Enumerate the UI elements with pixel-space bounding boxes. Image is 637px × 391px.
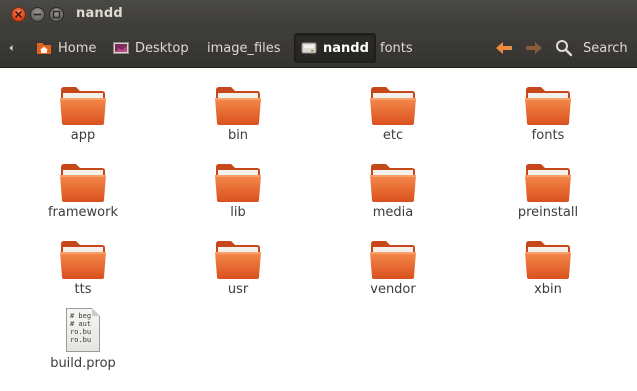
minimize-icon — [33, 13, 42, 16]
file-name-label: etc — [382, 128, 404, 143]
file-preview-text: # beg # aut ro.bu ro.bu — [70, 312, 91, 344]
search-icon[interactable] — [555, 39, 573, 57]
file-name-label: xbin — [534, 282, 562, 297]
file-name-label: framework — [47, 205, 118, 220]
forward-arrow-icon[interactable] — [524, 39, 544, 57]
close-icon — [15, 11, 22, 18]
folder-icon — [215, 164, 261, 202]
breadcrumb-home[interactable]: Home — [36, 33, 96, 63]
breadcrumb-label: nandd — [323, 40, 369, 56]
breadcrumb-label: image_files — [207, 40, 281, 56]
folder-icon — [525, 87, 571, 125]
file-preview-line: # aut — [70, 320, 92, 328]
breadcrumb-label: Desktop — [135, 40, 189, 56]
folder-item[interactable]: vendor — [338, 238, 448, 297]
folder-icon — [60, 241, 106, 279]
search-button-label[interactable]: Search — [583, 41, 628, 56]
breadcrumb-desktop[interactable]: Desktop — [113, 33, 189, 63]
file-name-label: preinstall — [517, 205, 579, 220]
home-folder-icon — [37, 43, 51, 54]
file-icon-view[interactable]: app bin etc fonts framework lib media preinstal… — [0, 68, 637, 391]
folder-item[interactable]: preinstall — [493, 161, 603, 220]
breadcrumb-label: fonts — [380, 40, 413, 56]
file-name-label: tts — [74, 282, 92, 297]
file-preview-line: ro.bu — [70, 336, 92, 344]
maximize-icon — [52, 10, 61, 19]
file-name-label: app — [70, 128, 96, 143]
folder-item[interactable]: fonts — [493, 84, 603, 143]
file-name-label: build.prop — [50, 356, 116, 371]
folder-icon — [525, 164, 571, 202]
folder-item[interactable]: bin — [183, 84, 293, 143]
breadcrumb-fonts[interactable]: fonts — [380, 33, 413, 63]
folder-icon — [370, 164, 416, 202]
file-manager-window: nandd Home Desktop image_files nandd fon… — [0, 0, 637, 391]
file-item[interactable]: # beg # aut ro.bu ro.bu build.prop — [28, 308, 138, 371]
folder-icon — [370, 87, 416, 125]
folder-item[interactable]: app — [28, 84, 138, 143]
folder-icon — [60, 87, 106, 125]
breadcrumb-label: Home — [58, 40, 97, 56]
back-arrow-icon[interactable] — [494, 39, 514, 57]
breadcrumb-scroll-left-icon[interactable] — [6, 41, 16, 55]
file-name-label: media — [372, 205, 414, 220]
maximize-button[interactable] — [49, 7, 64, 22]
folder-icon — [370, 241, 416, 279]
file-name-label: vendor — [370, 282, 416, 297]
folder-item[interactable]: xbin — [493, 238, 603, 297]
breadcrumb-image-files[interactable]: image_files — [207, 33, 281, 63]
folder-icon — [525, 241, 571, 279]
file-name-label: usr — [227, 282, 249, 297]
folder-item[interactable]: media — [338, 161, 448, 220]
minimize-button[interactable] — [30, 7, 45, 22]
breadcrumb-nandd[interactable]: nandd — [294, 33, 376, 63]
file-name-label: bin — [227, 128, 249, 143]
close-button[interactable] — [11, 7, 26, 22]
folder-icon — [60, 164, 106, 202]
desktop-icon — [113, 42, 129, 54]
folder-item[interactable]: framework — [28, 161, 138, 220]
file-name-label: fonts — [531, 128, 565, 143]
file-preview-line: # beg — [70, 312, 92, 320]
file-name-label: lib — [230, 205, 246, 220]
folder-item[interactable]: etc — [338, 84, 448, 143]
folder-icon — [215, 87, 261, 125]
window-title: nandd — [76, 6, 123, 21]
text-file-icon: # beg # aut ro.bu ro.bu — [63, 308, 103, 354]
folder-item[interactable]: tts — [28, 238, 138, 297]
folder-item[interactable]: usr — [183, 238, 293, 297]
file-preview-line: ro.bu — [70, 328, 92, 336]
folder-item[interactable]: lib — [183, 161, 293, 220]
drive-icon — [301, 42, 317, 54]
toolbar: Home Desktop image_files nandd fonts Sea… — [0, 29, 637, 68]
folder-icon — [215, 241, 261, 279]
title-bar: nandd — [0, 0, 637, 29]
